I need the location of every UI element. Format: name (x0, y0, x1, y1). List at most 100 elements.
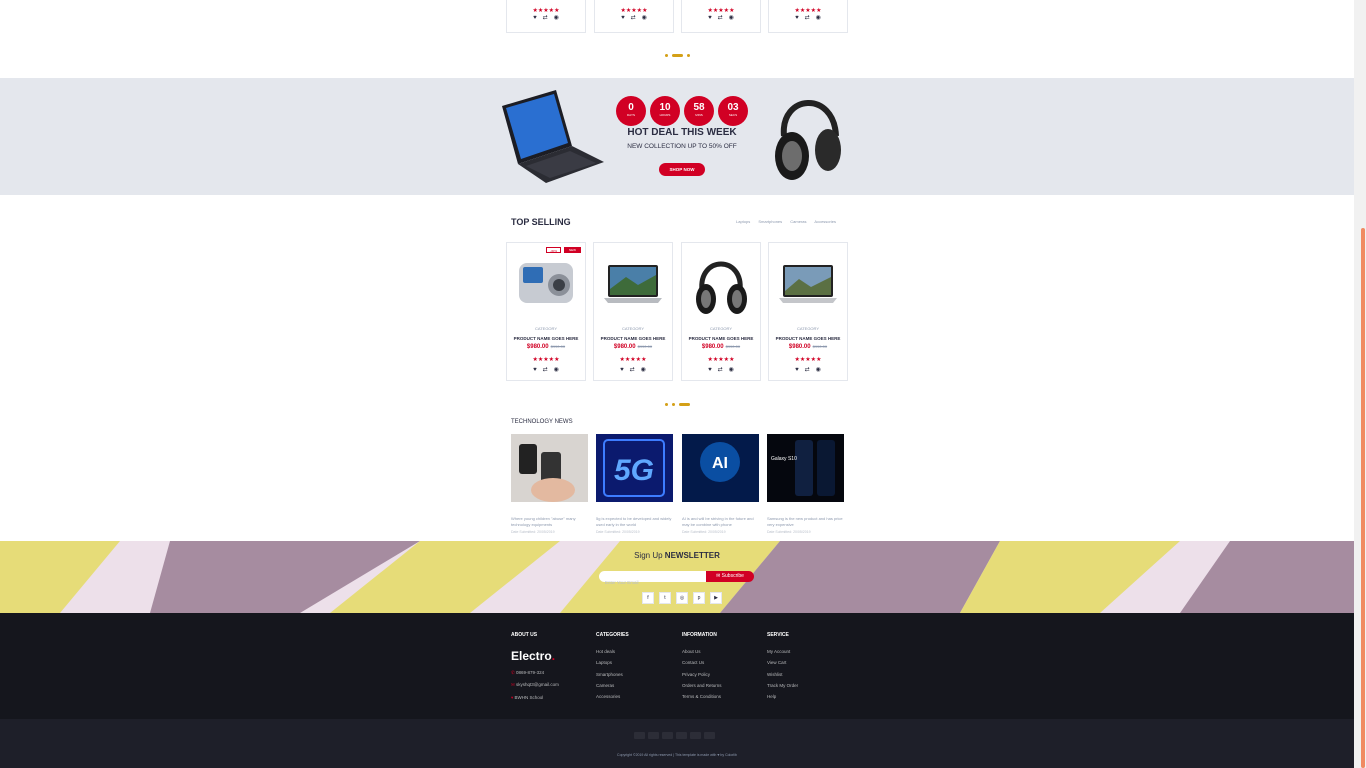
wishlist-icon[interactable]: ♥ (620, 367, 624, 373)
footer-link[interactable]: Accessories (596, 694, 629, 699)
footer-link[interactable]: Laptops (596, 660, 629, 665)
compare-icon[interactable]: ⇄ (631, 14, 636, 21)
quick-view-icon[interactable]: ◉ (729, 366, 734, 373)
instagram-icon[interactable]: ◎ (676, 592, 688, 604)
footer (0, 613, 1354, 719)
quick-view-icon[interactable]: ◉ (554, 14, 559, 21)
wishlist-icon[interactable]: ♥ (621, 15, 625, 21)
tab-laptops[interactable]: Laptops (736, 219, 750, 224)
rating-stars: ★★★★★ (620, 8, 648, 14)
footer-link[interactable]: Hot deals (596, 649, 629, 654)
wishlist-icon[interactable]: ♥ (708, 15, 712, 21)
bottom-footer (0, 719, 1354, 768)
product-card[interactable]: ★★★★★ ♥ ⇄ ◉ (681, 0, 761, 33)
youtube-icon[interactable]: ▶ (710, 592, 722, 604)
footer-link[interactable]: Privacy Policy (682, 672, 722, 677)
svg-text:AI: AI (712, 455, 728, 472)
news-item[interactable]: AI AI is and will be striving in the fut… (682, 434, 759, 534)
product-name[interactable]: PRODUCT NAME GOES HERE (769, 336, 847, 341)
rating-stars: ★★★★★ (794, 357, 822, 363)
news-item[interactable]: Where young children "abuse" many techno… (511, 434, 588, 534)
compare-icon[interactable]: ⇄ (630, 366, 635, 373)
news-item[interactable]: Galaxy S10 Samsung is the new product an… (767, 434, 844, 534)
mastercard-icon (676, 732, 687, 739)
footer-link[interactable]: Track My Order (767, 683, 798, 688)
product-card[interactable]: CATEGORY PRODUCT NAME GOES HERE $980.00 $… (593, 242, 673, 381)
product-card[interactable]: ★★★★★ ♥ ⇄ ◉ (768, 0, 848, 33)
tab-smartphones[interactable]: Smartphones (758, 219, 782, 224)
old-price: $990.00 (637, 344, 653, 349)
quick-view-icon[interactable]: ◉ (554, 366, 559, 373)
footer-link[interactable]: Orders and Returns (682, 683, 722, 688)
news-item[interactable]: 5G 5g is expected to be developed and wi… (596, 434, 673, 534)
top-product-row: ★★★★★ ♥ ⇄ ◉ ★★★★★ ♥ ⇄ ◉ ★★★★★ ♥ ⇄ ◉ ★★★★★ ♥ ⇄ ◉ (506, 0, 848, 33)
news-date: Date Submitted: 20/05/2019 (596, 530, 640, 534)
footer-link[interactable]: My Account (767, 649, 798, 654)
tab-cameras[interactable]: Cameras (790, 219, 806, 224)
footer-email[interactable]: ✉ skyshqt3@gmail.com (511, 682, 559, 688)
subscribe-button[interactable]: ✉ Subscribe (706, 571, 754, 582)
tab-accessories[interactable]: Accessories (814, 219, 836, 224)
payment-icons (634, 732, 715, 739)
compare-icon[interactable]: ⇄ (718, 366, 723, 373)
quick-view-icon[interactable]: ◉ (729, 14, 734, 21)
pinterest-icon[interactable]: p (693, 592, 705, 604)
product-name[interactable]: PRODUCT NAME GOES HERE (594, 336, 672, 341)
compare-icon[interactable]: ⇄ (805, 366, 810, 373)
footer-link[interactable]: View Cart (767, 660, 798, 665)
compare-icon[interactable]: ⇄ (805, 14, 810, 21)
product-name[interactable]: PRODUCT NAME GOES HERE (682, 336, 760, 341)
footer-link[interactable]: Wishlist (767, 672, 798, 677)
carousel-dot[interactable] (687, 54, 690, 57)
footer-logo[interactable]: Electro. (511, 649, 559, 663)
product-card[interactable]: ★★★★★ ♥ ⇄ ◉ (506, 0, 586, 33)
footer-about-title: ABOUT US (511, 632, 538, 638)
news-text: Samsung is the new product and has price… (767, 516, 843, 527)
newsletter-placeholder: Enter Your Email (605, 580, 639, 585)
footer-categories-title: CATEGORIES (596, 632, 629, 638)
footer-link[interactable]: Terms & Conditions (682, 694, 722, 699)
wishlist-icon[interactable]: ♥ (795, 367, 799, 373)
carousel-dot-active[interactable] (672, 54, 683, 57)
quick-view-icon[interactable]: ◉ (816, 14, 821, 21)
shop-now-button[interactable]: SHOP NOW (659, 163, 705, 176)
news-text: 5g is expected to be developed and widel… (596, 516, 672, 527)
hot-deal-title: HOT DEAL THIS WEEK (627, 127, 737, 138)
wishlist-icon[interactable]: ♥ (795, 15, 799, 21)
footer-link[interactable]: Help (767, 694, 798, 699)
credit-card-icon (648, 732, 659, 739)
old-price: $990.00 (550, 344, 566, 349)
footer-information: INFORMATION About Us Contact Us Privacy … (682, 632, 722, 705)
carousel-dot-active[interactable] (679, 403, 690, 406)
compare-icon[interactable]: ⇄ (543, 366, 548, 373)
footer-service: SERVICE My Account View Cart Wishlist Tr… (767, 632, 798, 705)
product-card[interactable]: ★★★★★ ♥ ⇄ ◉ (594, 0, 674, 33)
newsletter-email-input[interactable]: Enter Your Email (599, 571, 707, 585)
quick-view-icon[interactable]: ◉ (642, 14, 647, 21)
compare-icon[interactable]: ⇄ (543, 14, 548, 21)
footer-link[interactable]: About Us (682, 649, 722, 654)
footer-link[interactable]: Cameras (596, 683, 629, 688)
product-price: $980.00 $990.00 (526, 344, 566, 350)
wishlist-icon[interactable]: ♥ (708, 367, 712, 373)
product-card[interactable]: CATEGORY PRODUCT NAME GOES HERE $980.00 $… (681, 242, 761, 381)
quick-view-icon[interactable]: ◉ (816, 366, 821, 373)
facebook-icon[interactable]: f (642, 592, 654, 604)
carousel-dot[interactable] (672, 403, 675, 406)
wishlist-icon[interactable]: ♥ (533, 15, 537, 21)
carousel-dot[interactable] (665, 403, 668, 406)
product-name[interactable]: PRODUCT NAME GOES HERE (507, 336, 585, 341)
product-card[interactable]: -30% NEW CATEGORY PRODUCT NAME GOES HERE… (506, 242, 586, 381)
product-actions: ♥ ⇄ ◉ (507, 366, 585, 373)
twitter-icon[interactable]: t (659, 592, 671, 604)
quick-view-icon[interactable]: ◉ (641, 366, 646, 373)
carousel-dot[interactable] (665, 54, 668, 57)
scrollbar-thumb[interactable] (1361, 228, 1365, 768)
wishlist-icon[interactable]: ♥ (533, 367, 537, 373)
compare-icon[interactable]: ⇄ (718, 14, 723, 21)
product-card[interactable]: CATEGORY PRODUCT NAME GOES HERE $980.00 $… (768, 242, 848, 381)
laptop-image (502, 90, 604, 183)
news-title: TECHNOLOGY NEWS (511, 419, 573, 425)
footer-link[interactable]: Smartphones (596, 672, 629, 677)
footer-link[interactable]: Contact Us (682, 660, 722, 665)
